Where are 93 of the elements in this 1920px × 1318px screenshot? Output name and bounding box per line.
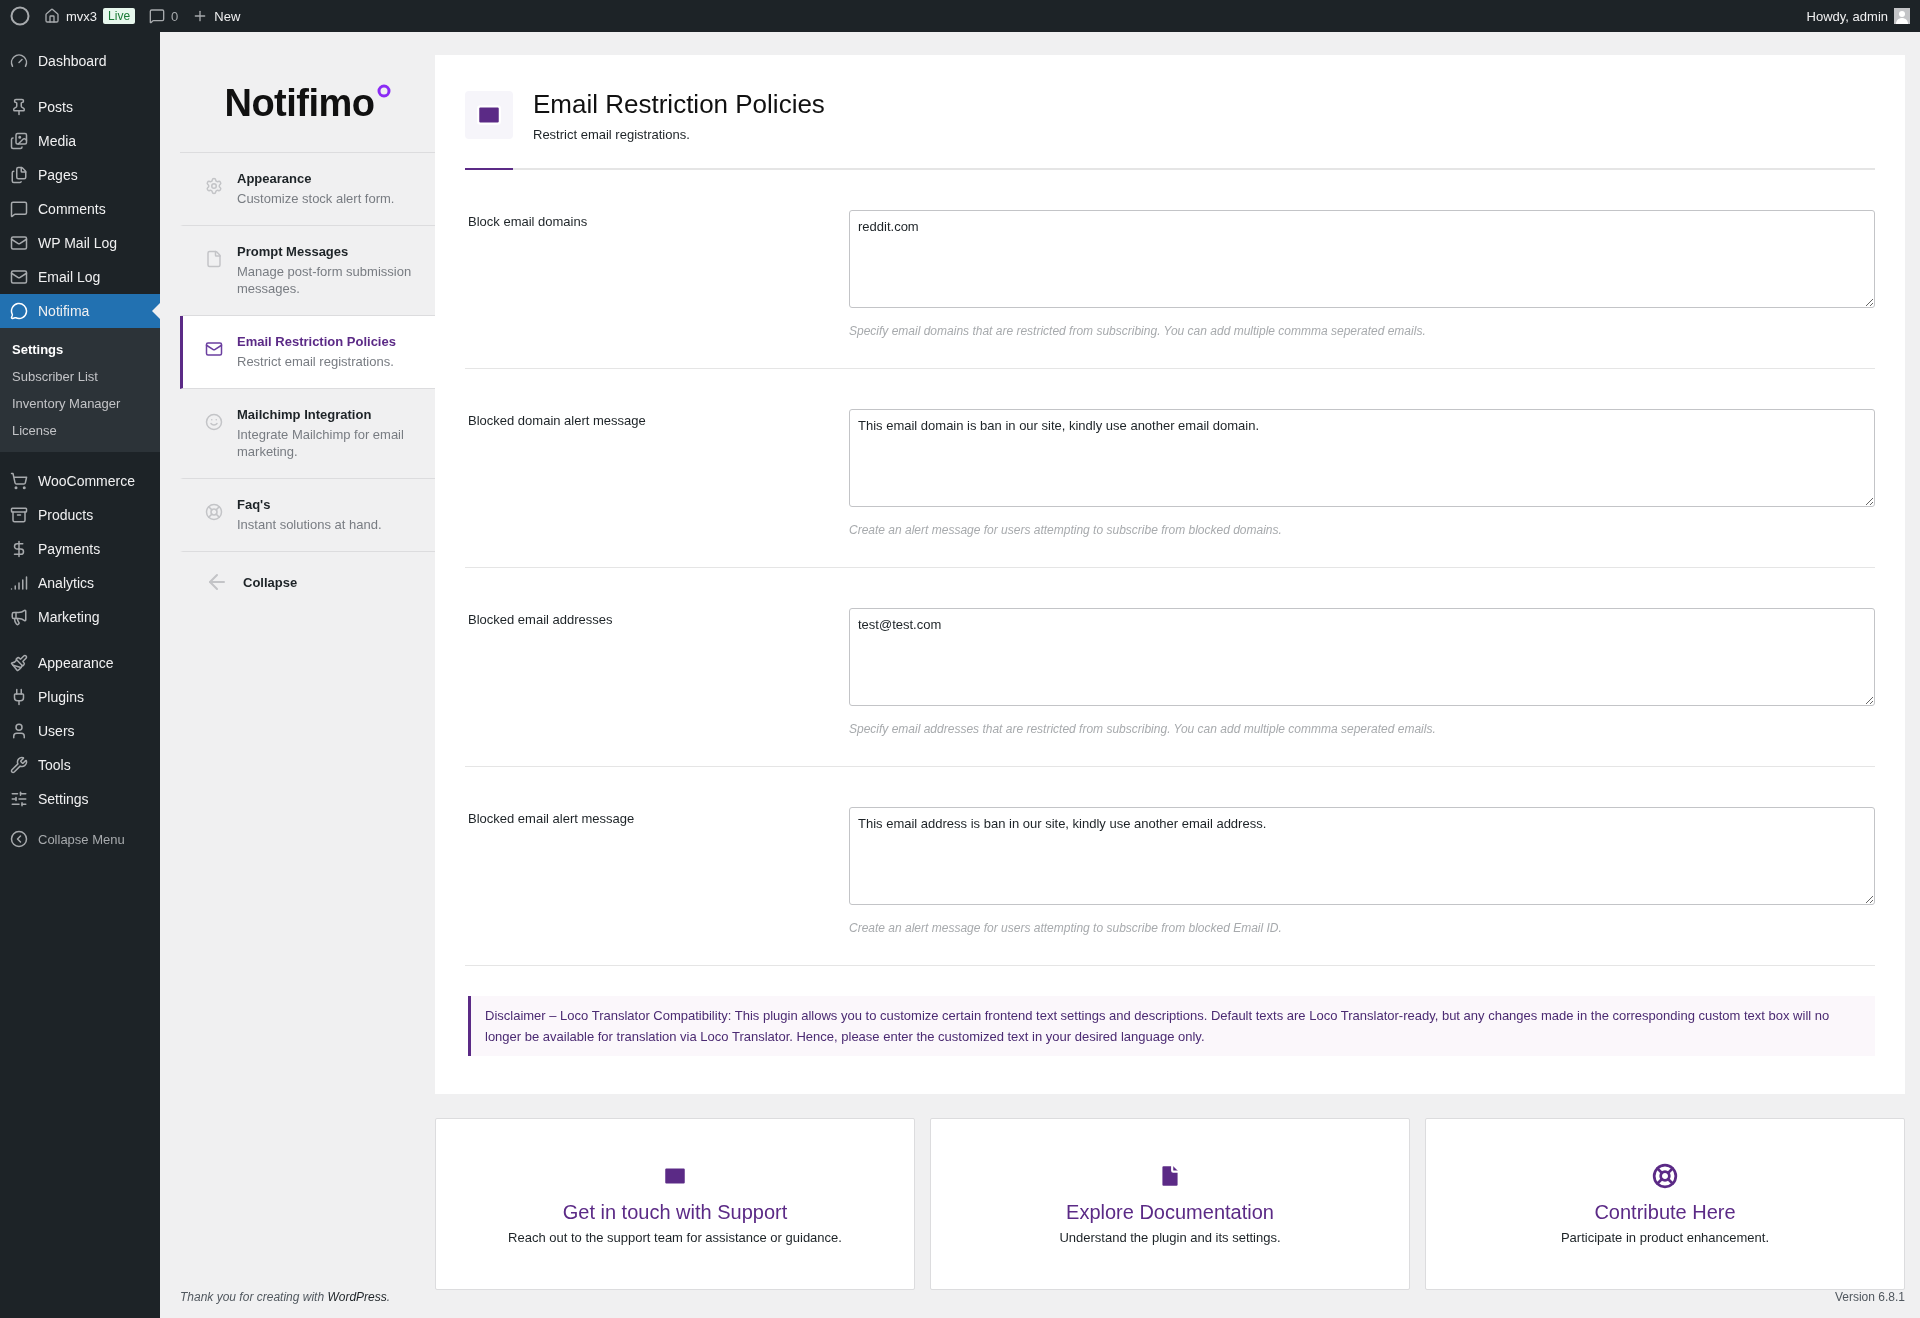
admin-menu-item[interactable]: Notifima (0, 294, 160, 328)
pin-icon (10, 98, 28, 116)
chat-bubble-icon (10, 302, 28, 320)
submenu-item[interactable]: Subscriber List (0, 363, 160, 390)
field-hint: Create an alert message for users attempting to subscribe from blocked Email ID. (849, 921, 1283, 935)
field-hint: Specify email addresses that are restricted from subscribing. You can add multiple commma seperated emails. (849, 722, 1437, 736)
admin-menu-item[interactable]: WP Mail Log (0, 226, 160, 260)
admin-menu-item[interactable]: Email Log (0, 260, 160, 294)
site-name-link[interactable]: mvx3 (66, 8, 98, 24)
pages-icon (10, 166, 28, 184)
user-icon (10, 722, 28, 740)
tab-underline (465, 168, 513, 170)
nav-item-description: Integrate Mailchimp for email marketing. (237, 426, 405, 460)
nav-item-description: Customize stock alert form. (237, 190, 395, 207)
admin-menu-item[interactable]: Payments (0, 532, 160, 566)
admin-menu-item[interactable]: Analytics (0, 566, 160, 600)
comment-icon (10, 200, 28, 218)
logo-ring-icon (376, 83, 391, 98)
document-icon (205, 250, 223, 268)
admin-menu-item[interactable]: Comments (0, 192, 160, 226)
wordpress-link[interactable]: WordPress (327, 1290, 387, 1304)
field-label: Blocked email addresses (468, 611, 614, 629)
admin-menu-item[interactable]: Marketing (0, 600, 160, 634)
megaphone-icon (10, 608, 28, 626)
help-card[interactable]: Explore Documentation Understand the plugin and its settings. (930, 1118, 1410, 1290)
nav-item-title: Prompt Messages (237, 244, 350, 259)
nav-item-description: Restrict email registrations. (237, 353, 395, 370)
logo-text: Notifimo (224, 82, 375, 125)
comment-count: 0 (171, 8, 179, 24)
gauge-icon (10, 52, 28, 70)
admin-menu-item[interactable]: Plugins (0, 680, 160, 714)
collapse-menu-button[interactable]: Collapse Menu (0, 822, 160, 856)
admin-menu-item[interactable]: Posts (0, 90, 160, 124)
admin-menu-item[interactable]: Pages (0, 158, 160, 192)
field-label: Blocked email alert message (468, 810, 636, 828)
field-label: Blocked domain alert message (468, 412, 647, 430)
greeting-link[interactable]: Howdy, admin (1806, 8, 1888, 24)
home-icon[interactable] (44, 8, 60, 24)
admin-menu-item[interactable]: Appearance (0, 646, 160, 680)
nav-item-description: Instant solutions at hand. (237, 516, 382, 533)
text-area[interactable]: test@test.com (849, 608, 1875, 706)
images-icon (10, 132, 28, 150)
footer-thanks: Thank you for creating with WordPress. (180, 1290, 391, 1304)
field-hint: Create an alert message for users attempting to subscribe from blocked domains. (849, 523, 1283, 537)
wrench-icon (10, 756, 28, 774)
admin-menu-item[interactable]: Media (0, 124, 160, 158)
collapse-button[interactable]: Collapse (180, 552, 435, 612)
lifebuoy-icon (1652, 1163, 1678, 1189)
card-description: Reach out to the support team for assistance or guidance. (508, 1230, 842, 1245)
admin-menu-item[interactable]: Users (0, 714, 160, 748)
text-area[interactable]: reddit.com (849, 210, 1875, 308)
chevron-circle-icon (10, 830, 28, 848)
admin-menu-item[interactable]: Tools (0, 748, 160, 782)
admin-menu-item[interactable]: Dashboard (0, 44, 160, 78)
logo-circle-icon[interactable] (10, 6, 30, 26)
cart-icon (10, 472, 28, 490)
submenu-item[interactable]: License (0, 417, 160, 444)
paintbrush-icon (10, 654, 28, 672)
lifebuoy-icon (205, 503, 223, 521)
submenu-item[interactable]: Settings (0, 336, 160, 363)
settings-nav-item[interactable]: Email Restriction Policies Restrict email registrations. (180, 316, 435, 389)
live-badge: Live (103, 8, 136, 24)
smiley-icon (205, 413, 223, 431)
card-title: Explore Documentation (1066, 1201, 1274, 1224)
comment-icon[interactable] (149, 8, 166, 24)
card-description: Participate in product enhancement. (1560, 1230, 1770, 1245)
page-subtitle: Restrict email registrations. (533, 127, 691, 142)
field-hint: Specify email domains that are restricted from subscribing. You can add multiple commma seperated emails. (849, 324, 1427, 338)
help-card[interactable]: Contribute Here Participate in product enhancement. (1425, 1118, 1905, 1290)
new-link[interactable]: New (214, 8, 241, 24)
version-text: Version 6.8.1 (1834, 1290, 1905, 1304)
sliders-icon (10, 790, 28, 808)
field-label: Block email domains (468, 213, 589, 231)
admin-menu-item[interactable]: WooCommerce (0, 464, 160, 498)
card-title: Get in touch with Support (562, 1201, 788, 1224)
text-area[interactable]: This email domain is ban in our site, kindly use another email domain. (849, 409, 1875, 507)
archive-icon (10, 506, 28, 524)
page-title: Email Restriction Policies (533, 88, 825, 121)
submenu-item[interactable]: Inventory Manager (0, 390, 160, 417)
admin-menu-item[interactable]: Settings (0, 782, 160, 816)
nav-item-title: Email Restriction Policies (237, 334, 396, 349)
text-area[interactable]: This email address is ban in our site, kindly use another email address. (849, 807, 1875, 905)
nav-item-description: Manage post-form submission messages. (237, 263, 413, 297)
disclaimer-notice: Disclaimer – Loco Translator Compatibility: This plugin allows you to customize certain frontend text settings and descriptions. Default texts are Loco Translator-ready, but any changes made in the corresponding custom text box will no longer be available for translation via Loco Translator. Hence, please enter the customized text in your desired language only. (468, 996, 1875, 1056)
card-title: Contribute Here (1594, 1201, 1736, 1224)
admin-menu-item[interactable]: Products (0, 498, 160, 532)
nav-item-title: Appearance (237, 171, 313, 186)
help-card[interactable]: Get in touch with Support Reach out to the support team for assistance or guidance. (435, 1118, 915, 1290)
nav-item-title: Mailchimp Integration (237, 407, 373, 422)
card-description: Understand the plugin and its settings. (1059, 1230, 1281, 1245)
nav-item-title: Faq's (237, 497, 272, 512)
settings-icon (205, 177, 223, 195)
bar-chart-icon (10, 574, 28, 592)
